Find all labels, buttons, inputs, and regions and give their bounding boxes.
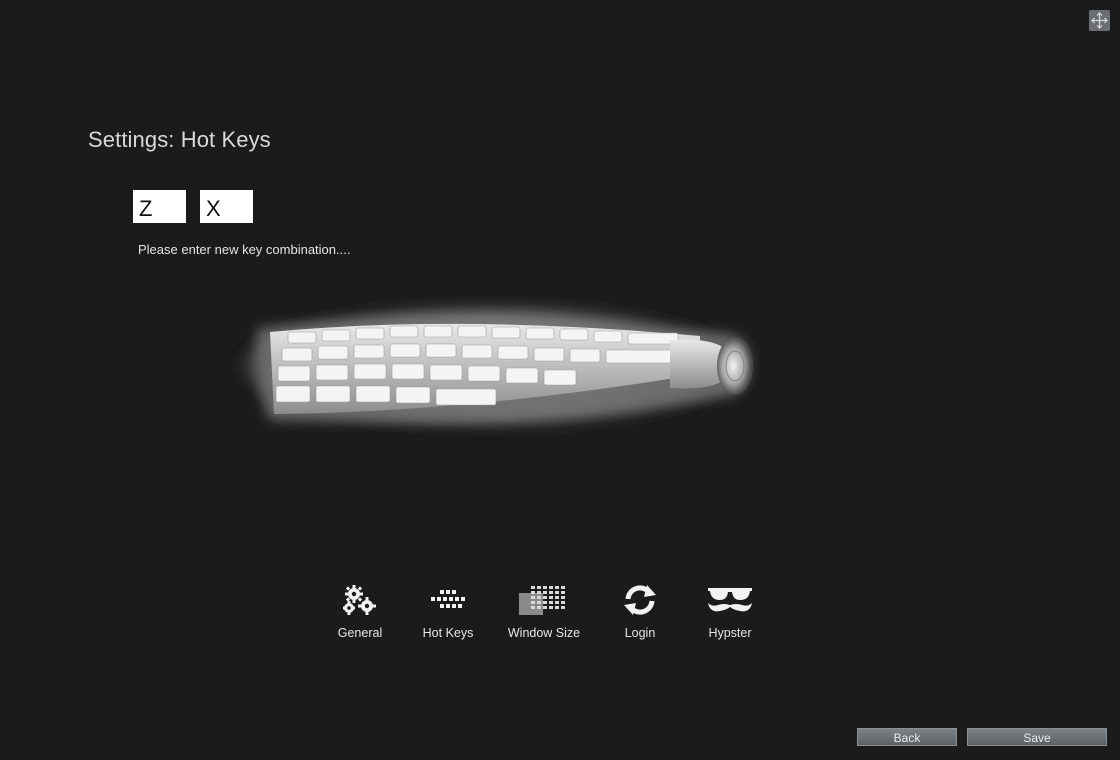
move-handle[interactable] bbox=[1089, 10, 1110, 31]
nav-general[interactable]: General bbox=[330, 580, 390, 640]
nav-general-label: General bbox=[337, 626, 383, 640]
nav-hypster-label: Hypster bbox=[708, 626, 752, 640]
settings-window: Settings: Hot Keys Please enter new key … bbox=[0, 0, 1120, 760]
hotkey-field-1[interactable] bbox=[133, 190, 186, 223]
back-button[interactable]: Back bbox=[857, 728, 957, 746]
move-arrows-icon bbox=[1091, 12, 1108, 29]
gears-icon bbox=[343, 585, 376, 615]
settings-nav: General Hot Keys Window Size Login Hypst… bbox=[330, 580, 770, 650]
nav-login-label: Login bbox=[624, 626, 656, 640]
sunglasses-mustache-icon bbox=[708, 588, 752, 612]
hint-text: Please enter new key combination.... bbox=[138, 242, 351, 257]
nav-hot-keys[interactable]: Hot Keys bbox=[420, 580, 476, 640]
keys-icon bbox=[431, 590, 465, 608]
nav-login[interactable]: Login bbox=[616, 580, 664, 640]
nav-hot-keys-label: Hot Keys bbox=[422, 626, 474, 640]
nav-window-size-label: Window Size bbox=[507, 626, 581, 640]
nav-hypster[interactable]: Hypster bbox=[702, 580, 758, 640]
keyboard-image bbox=[240, 304, 753, 428]
keyboard-grid-icon bbox=[519, 586, 565, 615]
nav-window-size[interactable]: Window Size bbox=[506, 580, 582, 640]
hotkey-field-2[interactable] bbox=[200, 190, 253, 223]
save-button[interactable]: Save bbox=[967, 728, 1107, 746]
page-title: Settings: Hot Keys bbox=[88, 127, 271, 152]
refresh-icon bbox=[624, 585, 656, 615]
